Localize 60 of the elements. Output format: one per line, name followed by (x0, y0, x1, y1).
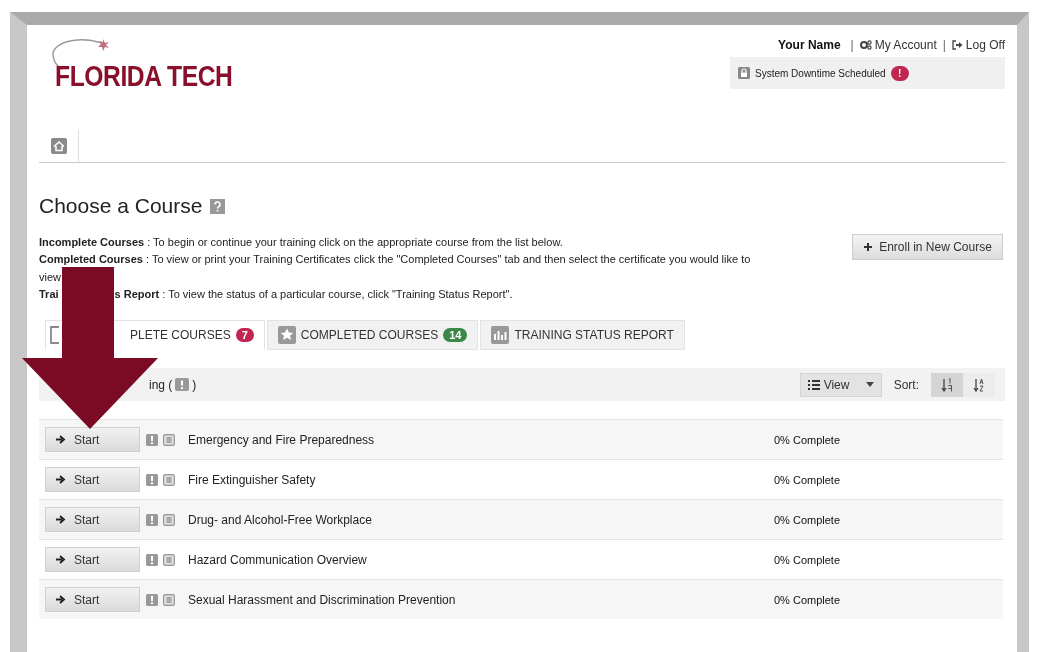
list-heading: ) (192, 377, 197, 392)
list-heading: ing ( (149, 377, 173, 392)
list-icon (807, 379, 820, 390)
sort-icon (941, 377, 953, 392)
help-icon[interactable] (210, 198, 226, 214)
arrow-icon (56, 475, 66, 485)
sort-button[interactable] (963, 372, 995, 397)
alert-icon (146, 433, 158, 446)
instruction-text: Trai (39, 286, 59, 302)
progress-text: 0% Complete (774, 433, 841, 446)
logo: FLORIDA TECH (39, 25, 264, 91)
start-button[interactable]: Start (45, 427, 140, 453)
view-dropdown[interactable]: View (799, 372, 882, 397)
chart-icon (491, 326, 510, 345)
separator: | (942, 38, 946, 52)
enroll-button[interactable]: Enroll in New Course (852, 234, 1003, 260)
user-name: Your Name (778, 38, 841, 52)
alert-icon (146, 593, 158, 606)
arrow-icon (56, 595, 66, 605)
course-title[interactable]: Sexual Harassment and Discrimination Prevention (188, 592, 774, 607)
logout-icon (951, 40, 963, 50)
arrow-icon (56, 555, 66, 565)
course-title[interactable]: Drug- and Alcohol-Free Workplace (188, 512, 774, 527)
start-button[interactable]: Start (45, 547, 140, 573)
alert-icon (175, 378, 190, 392)
course-title[interactable]: Emergency and Fire Preparedness (188, 432, 774, 447)
instruction-text: Incomplete Courses : To begin or continue your training click on the appropriate course from the list below. (39, 235, 563, 250)
sort-label: Sort: (893, 377, 919, 392)
alert-icon (146, 473, 158, 486)
logoff-link[interactable]: Log Off (951, 38, 1005, 52)
notice-text: System Downtime Scheduled (755, 67, 886, 79)
account-link[interactable]: My Account (859, 38, 937, 52)
course-title[interactable]: Hazard Communication Overview (188, 552, 774, 567)
separator: | (850, 38, 854, 52)
arrow-icon (56, 435, 66, 445)
plus-icon (863, 242, 874, 252)
alert-badge: ! (890, 65, 909, 81)
gears-icon (859, 40, 872, 50)
sort-button[interactable] (931, 372, 963, 397)
alert-icon (146, 553, 158, 566)
course-tab[interactable]: COMPLETED COURSES 14 (266, 320, 479, 351)
caret-icon (865, 382, 874, 388)
progress-text: 0% Complete (774, 553, 841, 566)
progress-text: 0% Complete (774, 593, 841, 606)
sort-icon (973, 377, 985, 392)
course-title[interactable]: Fire Extinguisher Safety (188, 472, 774, 487)
page-title: Choose a Course (39, 194, 203, 218)
home-icon (50, 138, 67, 154)
start-button[interactable]: Start (45, 587, 140, 613)
progress-text: 0% Complete (774, 513, 841, 526)
instruction-text: s Report : To view the status of a particular course, click "Training Status Report". (114, 286, 513, 302)
course-tab[interactable]: TRAINING STATUS REPORT (480, 320, 685, 351)
progress-text: 0% Complete (774, 473, 841, 486)
alert-icon (146, 513, 158, 526)
lock-icon (738, 67, 750, 79)
instruction-text: Completed Courses : To view or print your Training Certificates click the "Completed Courses" tab and then select the certificate you would like to (39, 252, 751, 268)
instruction-text: view (39, 269, 61, 285)
arrow-icon (56, 515, 66, 525)
start-button[interactable]: Start (45, 467, 140, 493)
start-button[interactable]: Start (45, 507, 140, 533)
